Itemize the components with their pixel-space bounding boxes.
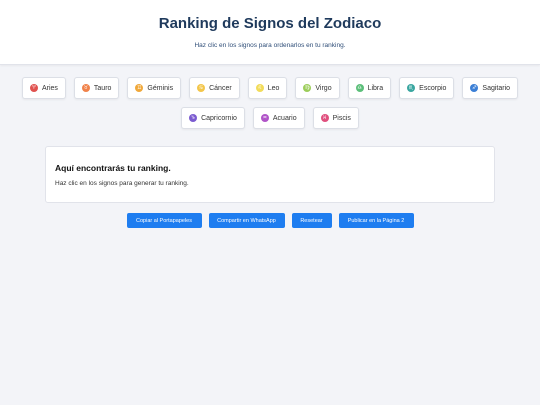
gemini-icon: ♊ [135, 84, 144, 92]
sagittarius-icon: ♐ [470, 84, 479, 92]
sign-button-list: ♈ Aries ♉ Tauro ♊ Géminis ♋ Cáncer ♌ Leo… [20, 77, 520, 129]
cancer-icon: ♋ [197, 84, 206, 92]
leo-icon: ♌ [255, 84, 264, 92]
sign-label: Virgo [315, 84, 332, 92]
sign-button-capricornio[interactable]: ♑ Capricornio [181, 107, 245, 129]
ranking-panel: Aquí encontrarás tu ranking. Haz clic en… [45, 146, 495, 203]
sign-label: Capricornio [201, 114, 237, 122]
sign-button-sagitario[interactable]: ♐ Sagitario [462, 77, 519, 99]
sign-label: Leo [267, 84, 280, 92]
page-header: Ranking de Signos del Zodiaco Haz clic e… [0, 0, 540, 65]
sign-button-libra[interactable]: ♎ Libra [347, 77, 392, 99]
ranking-instructions: Haz clic en los signos para generar tu r… [55, 180, 189, 187]
sign-button-escorpio[interactable]: ♏ Escorpio [399, 77, 455, 99]
aries-icon: ♈ [29, 84, 38, 92]
virgo-icon: ♍ [303, 84, 312, 92]
libra-icon: ♎ [355, 84, 364, 92]
publish-button[interactable]: Publicar en la Página 2 [338, 213, 414, 228]
sign-button-leo[interactable]: ♌ Leo [247, 77, 288, 99]
sign-label: Géminis [147, 84, 174, 92]
sign-label: Libra [367, 84, 384, 92]
sign-label: Escorpio [419, 84, 447, 92]
share-whatsapp-button[interactable]: Compartir en WhatsApp [208, 213, 285, 228]
sign-label: Cáncer [209, 84, 232, 92]
sign-label: Piscis [332, 114, 351, 122]
pisces-icon: ♓ [320, 114, 329, 122]
sign-button-tauro[interactable]: ♉ Tauro [73, 77, 120, 99]
sign-button-cancer[interactable]: ♋ Cáncer [189, 77, 240, 99]
copy-button[interactable]: Copiar al Portapapeles [126, 213, 202, 228]
sign-button-geminis[interactable]: ♊ Géminis [127, 77, 182, 99]
reset-button[interactable]: Resetear [291, 213, 332, 228]
sign-button-aries[interactable]: ♈ Aries [21, 77, 66, 99]
sign-button-piscis[interactable]: ♓ Piscis [312, 107, 359, 129]
aquarius-icon: ♒ [260, 114, 269, 122]
sign-label: Acuario [272, 114, 297, 122]
page-subtitle: Haz clic en los signos para ordenarlos e… [194, 42, 346, 49]
sign-label: Sagitario [482, 84, 511, 92]
capricorn-icon: ♑ [189, 114, 198, 122]
scorpio-icon: ♏ [407, 84, 416, 92]
sign-label: Aries [41, 84, 58, 92]
action-bar: Copiar al Portapapeles Compartir en What… [0, 213, 540, 228]
taurus-icon: ♉ [81, 84, 90, 92]
sign-button-virgo[interactable]: ♍ Virgo [295, 77, 340, 99]
sign-label: Tauro [93, 84, 112, 92]
page-title: Ranking de Signos del Zodiaco [158, 15, 382, 32]
sign-button-acuario[interactable]: ♒ Acuario [252, 107, 305, 129]
ranking-title: Aquí encontrarás tu ranking. [55, 163, 171, 173]
